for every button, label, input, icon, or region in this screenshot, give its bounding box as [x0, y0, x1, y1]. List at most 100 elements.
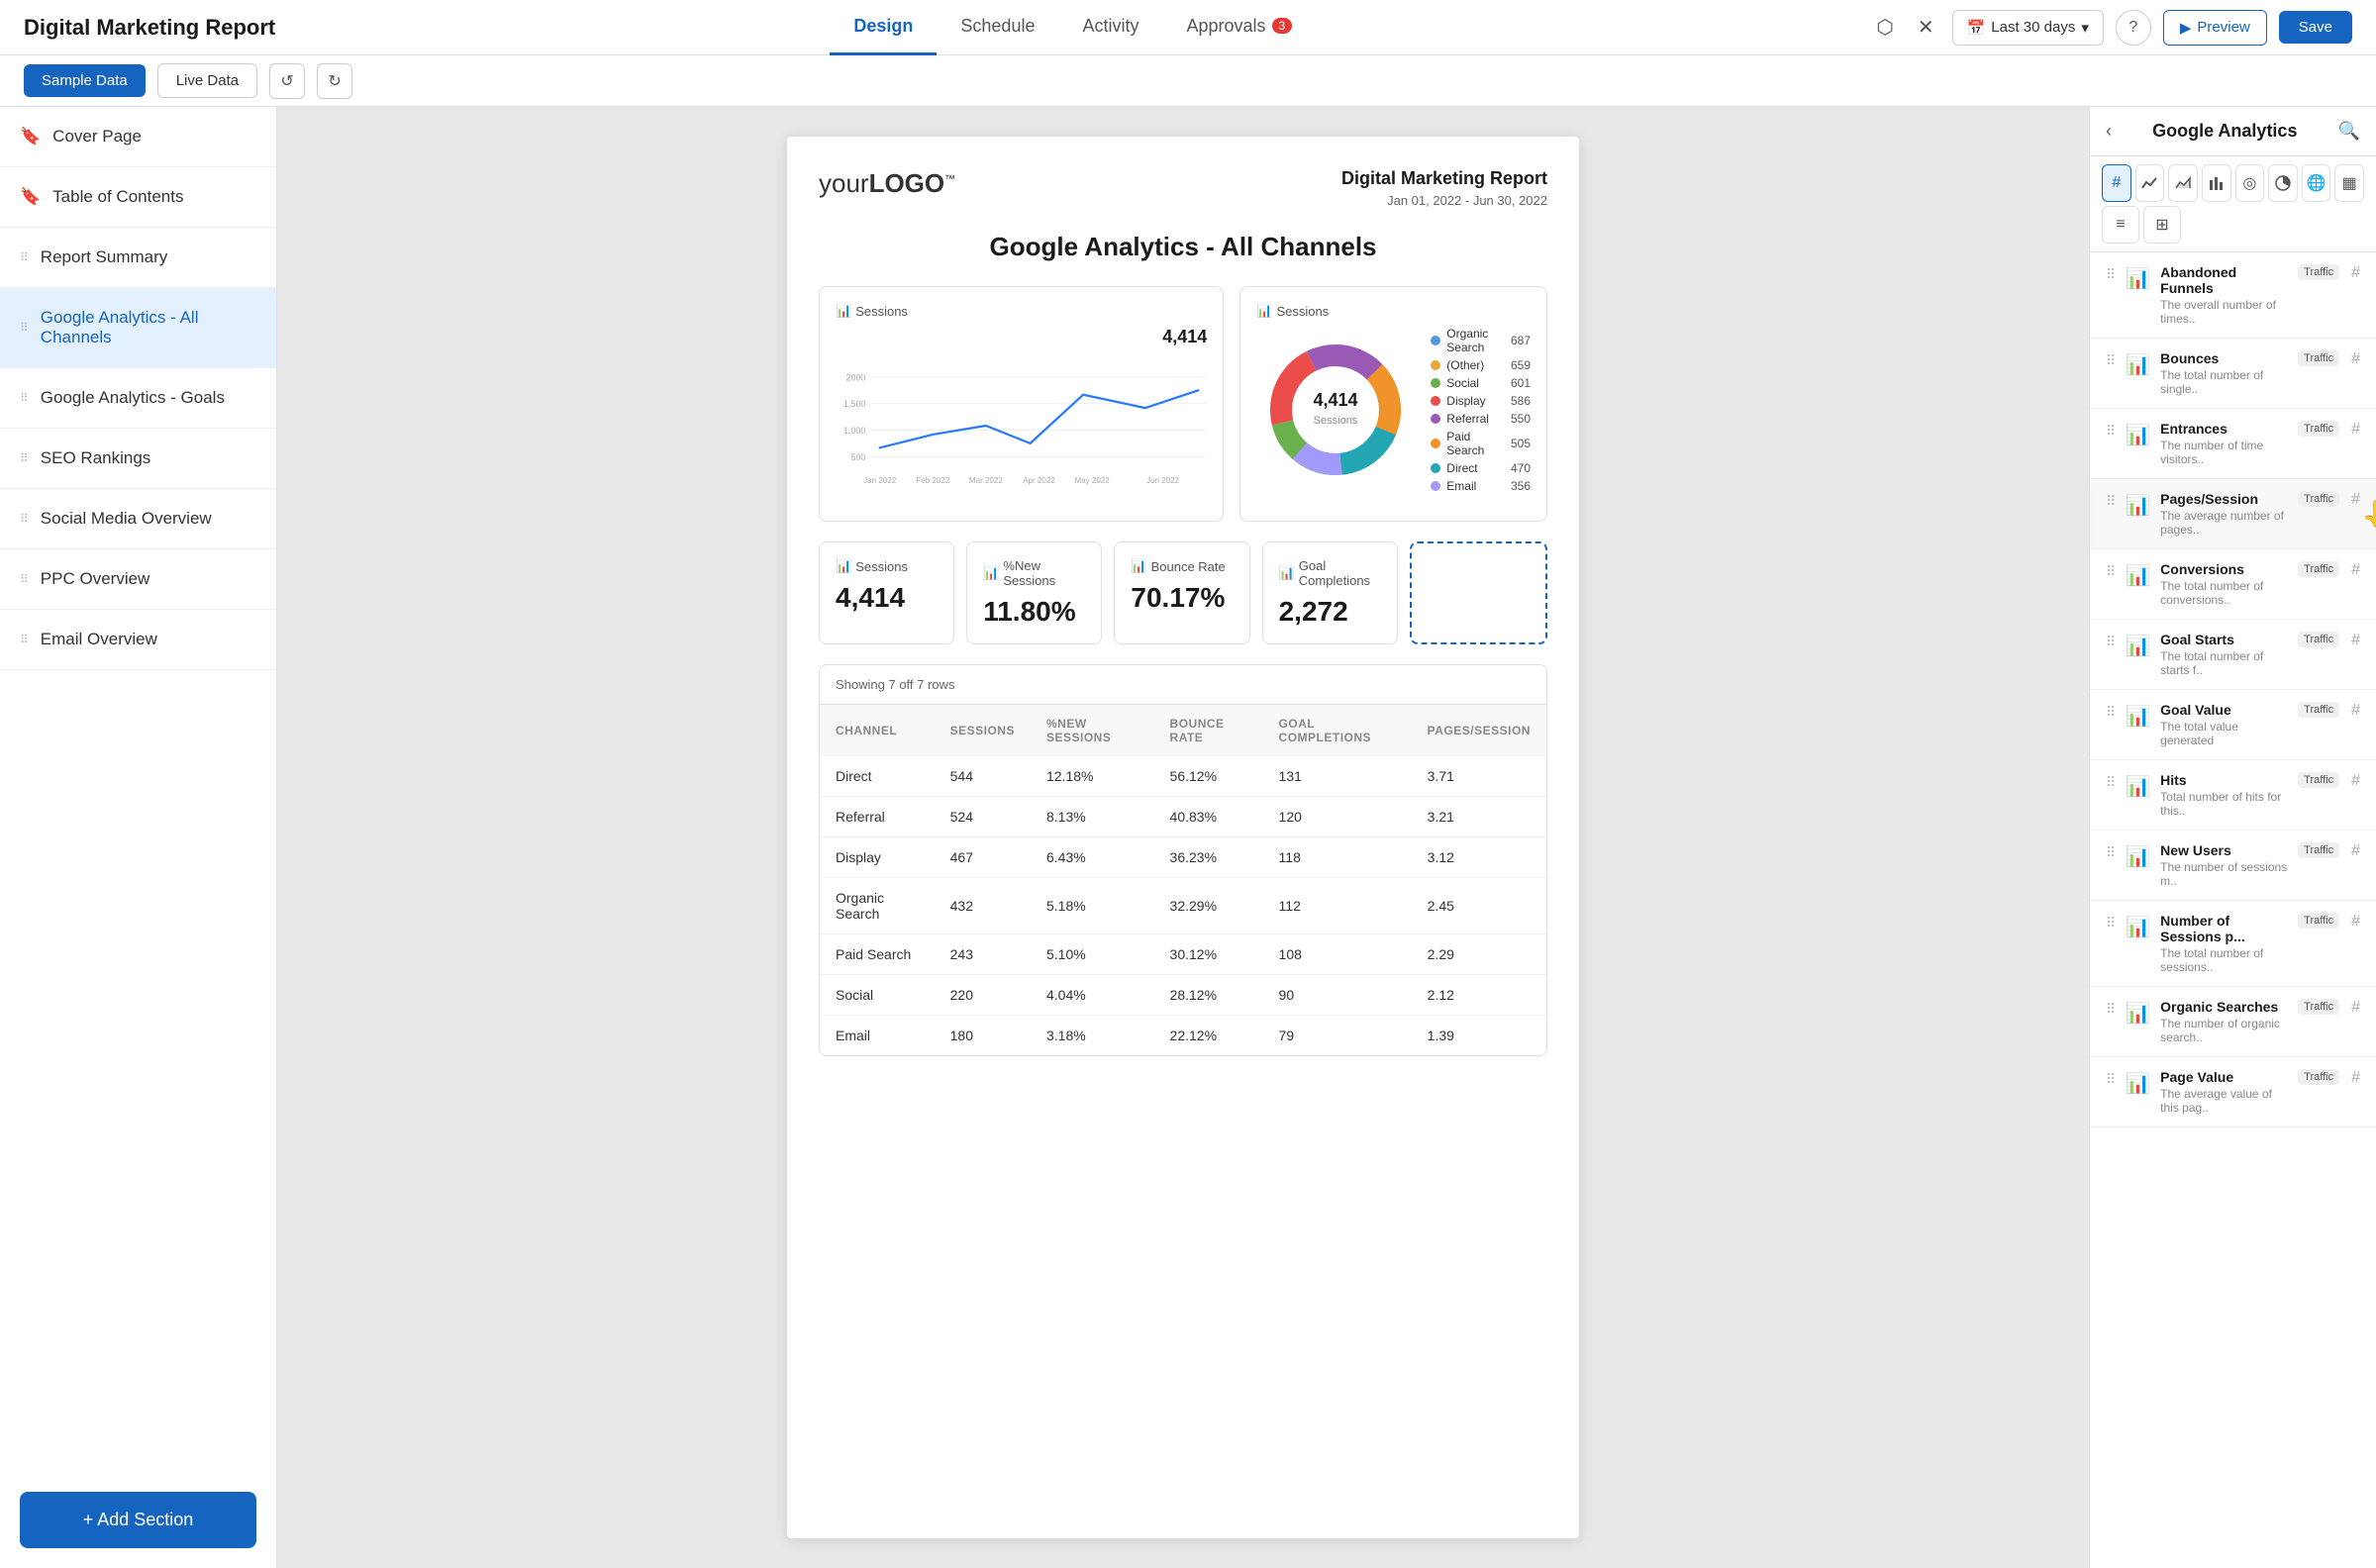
- drag-icon[interactable]: ⠿: [2106, 1071, 2116, 1088]
- drag-icon[interactable]: ⠿: [2106, 352, 2116, 369]
- sidebar: 🔖 Cover Page 🔖 Table of Contents ⠿ Repor…: [0, 107, 277, 1568]
- col-channel: CHANNEL: [820, 705, 935, 756]
- widget-hash-button[interactable]: #: [2351, 350, 2360, 368]
- widget-pages-session: ⠿ 📊 Pages/Session The average number of …: [2090, 479, 2376, 549]
- widget-organic-searches: ⠿ 📊 Organic Searches The number of organ…: [2090, 987, 2376, 1057]
- widget-info: Goal Starts The total number of starts f…: [2160, 632, 2288, 677]
- svg-text:Feb 2022: Feb 2022: [916, 476, 949, 485]
- live-data-button[interactable]: Live Data: [157, 63, 257, 98]
- redo-button[interactable]: ↻: [317, 63, 352, 99]
- tab-schedule[interactable]: Schedule: [937, 0, 1058, 55]
- widget-info: Abandoned Funnels The overall number of …: [2160, 264, 2288, 326]
- chart-icon: 📊: [2126, 1001, 2150, 1026]
- chart-icon: 📊: [2126, 493, 2150, 518]
- chart-icon: 📊: [2126, 634, 2150, 658]
- sidebar-item-cover[interactable]: 🔖 Cover Page: [0, 107, 276, 167]
- sidebar-item-seo[interactable]: ⠿ SEO Rankings: [0, 429, 276, 489]
- widget-hash-button[interactable]: #: [2351, 491, 2360, 509]
- panel-search-button[interactable]: 🔍: [2338, 121, 2360, 142]
- save-button[interactable]: Save: [2279, 11, 2352, 44]
- sidebar-item-all-channels[interactable]: ⠿ Google Analytics - All Channels: [0, 288, 276, 368]
- tab-activity[interactable]: Activity: [1058, 0, 1162, 55]
- table-row: Organic Search4325.18%32.29%1122.45: [820, 878, 1546, 934]
- widget-hash-button[interactable]: #: [2351, 561, 2360, 579]
- drag-icon[interactable]: ⠿: [2106, 915, 2116, 931]
- chart-icon: 📊: [2126, 563, 2150, 588]
- widget-type-row-1: # ◎ 🌐 ▦: [2090, 156, 2376, 252]
- widget-hash-button[interactable]: #: [2351, 421, 2360, 439]
- cursor-icon: 👆: [2361, 499, 2376, 532]
- sidebar-item-ppc[interactable]: ⠿ PPC Overview: [0, 549, 276, 610]
- svg-text:Jan 2022: Jan 2022: [863, 476, 897, 485]
- widget-type-line[interactable]: [2135, 164, 2165, 202]
- chart-bar-icon: 📊: [836, 303, 851, 319]
- drag-handle-icon: ⠿: [20, 633, 29, 646]
- help-button[interactable]: ?: [2116, 10, 2151, 46]
- add-section-button[interactable]: + Add Section: [20, 1492, 256, 1548]
- report-title: Digital Marketing Report: [1341, 168, 1547, 189]
- drag-handle-icon: ⠿: [20, 572, 29, 586]
- widget-hash-button[interactable]: #: [2351, 702, 2360, 720]
- widget-page-value: ⠿ 📊 Page Value The average value of this…: [2090, 1057, 2376, 1127]
- widget-type-bar[interactable]: [2202, 164, 2231, 202]
- table-row: Email1803.18%22.12%791.39: [820, 1016, 1546, 1056]
- widget-hash-button[interactable]: #: [2351, 772, 2360, 790]
- sidebar-item-email[interactable]: ⠿ Email Overview: [0, 610, 276, 670]
- sidebar-item-goals[interactable]: ⠿ Google Analytics - Goals: [0, 368, 276, 429]
- widget-info: Hits Total number of hits for this..: [2160, 772, 2288, 818]
- widget-type-table[interactable]: ⊞: [2143, 206, 2181, 244]
- widget-type-funnel[interactable]: ≡: [2102, 206, 2139, 244]
- drag-icon[interactable]: ⠿: [2106, 493, 2116, 510]
- drag-icon[interactable]: ⠿: [2106, 1001, 2116, 1018]
- data-table: Showing 7 off 7 rows CHANNEL SESSIONS %N…: [819, 664, 1547, 1056]
- undo-button[interactable]: ↺: [269, 63, 305, 99]
- drag-icon[interactable]: ⠿: [2106, 774, 2116, 791]
- drag-icon[interactable]: ⠿: [2106, 844, 2116, 861]
- col-goal-completions: GOAL COMPLETIONS: [1263, 705, 1412, 756]
- svg-text:Sessions: Sessions: [1314, 415, 1358, 427]
- widget-type-number[interactable]: #: [2102, 164, 2131, 202]
- table-row: Direct54412.18%56.12%1313.71: [820, 756, 1546, 797]
- share-button[interactable]: ⬡: [1870, 9, 1899, 46]
- donut-bar-icon: 📊: [1256, 303, 1272, 319]
- bookmark-icon: 🔖: [20, 187, 41, 207]
- drag-icon[interactable]: ⠿: [2106, 266, 2116, 283]
- widget-entrances: ⠿ 📊 Entrances The number of time visitor…: [2090, 409, 2376, 479]
- widget-type-area[interactable]: [2168, 164, 2198, 202]
- tab-approvals[interactable]: Approvals 3: [1162, 0, 1316, 55]
- report-header: yourLOGO™ Digital Marketing Report Jan 0…: [819, 168, 1547, 208]
- widget-type-pie[interactable]: [2268, 164, 2298, 202]
- widget-type-heatmap[interactable]: ▦: [2334, 164, 2364, 202]
- drag-icon[interactable]: ⠿: [2106, 423, 2116, 440]
- widget-hash-button[interactable]: #: [2351, 264, 2360, 282]
- widget-type-map[interactable]: 🌐: [2302, 164, 2331, 202]
- widget-info: Page Value The average value of this pag…: [2160, 1069, 2288, 1115]
- play-icon: ▶: [2180, 19, 2192, 37]
- chevron-down-icon: ▾: [2081, 19, 2089, 37]
- widget-hash-button[interactable]: #: [2351, 632, 2360, 649]
- widget-hash-button[interactable]: #: [2351, 842, 2360, 860]
- sidebar-item-social[interactable]: ⠿ Social Media Overview: [0, 489, 276, 549]
- canvas-area: yourLOGO™ Digital Marketing Report Jan 0…: [277, 107, 2089, 1568]
- bookmark-icon: 🔖: [20, 127, 41, 147]
- chart-icon: 📊: [2126, 1071, 2150, 1096]
- tab-design[interactable]: Design: [830, 0, 937, 55]
- close-button[interactable]: ✕: [1912, 9, 1940, 46]
- sidebar-item-report-summary[interactable]: ⠿ Report Summary: [0, 228, 276, 288]
- widget-type-gauge[interactable]: ◎: [2235, 164, 2265, 202]
- drag-icon[interactable]: ⠿: [2106, 704, 2116, 721]
- widget-hash-button[interactable]: #: [2351, 999, 2360, 1017]
- right-panel: ‹ Google Analytics 🔍 #: [2089, 107, 2376, 1568]
- preview-button[interactable]: ▶ Preview: [2163, 10, 2267, 46]
- widget-info: Entrances The number of time visitors..: [2160, 421, 2288, 466]
- sample-data-button[interactable]: Sample Data: [24, 64, 146, 97]
- date-range-button[interactable]: 📅 Last 30 days ▾: [1952, 10, 2104, 46]
- widget-hash-button[interactable]: #: [2351, 1069, 2360, 1087]
- sidebar-item-toc[interactable]: 🔖 Table of Contents: [0, 167, 276, 228]
- panel-back-button[interactable]: ‹: [2106, 121, 2112, 142]
- drag-handle-icon: ⠿: [20, 512, 29, 526]
- drag-icon[interactable]: ⠿: [2106, 563, 2116, 580]
- widget-hash-button[interactable]: #: [2351, 913, 2360, 931]
- drag-icon[interactable]: ⠿: [2106, 634, 2116, 650]
- approvals-badge: 3: [1272, 18, 1293, 34]
